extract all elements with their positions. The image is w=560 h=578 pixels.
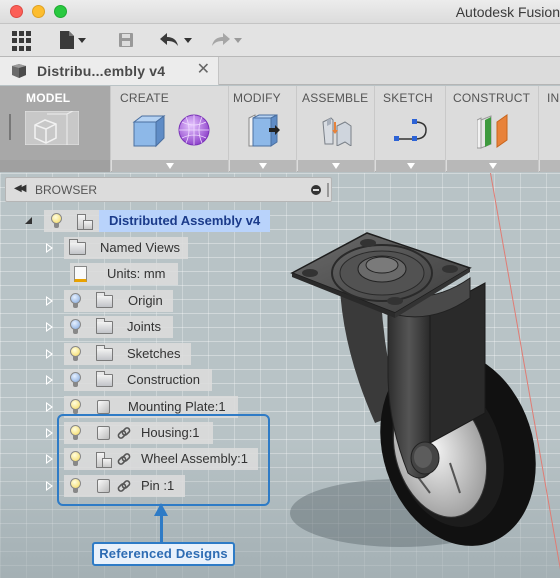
visibility-bulb-icon[interactable] — [70, 346, 81, 362]
ribbon-toolbar: MODEL CREATE MODIFY ASSEMBLE SKETCH CONS… — [0, 86, 560, 172]
model-workspace-icon — [25, 111, 79, 145]
root-component-label: Distributed Assembly v4 — [99, 210, 271, 232]
browser-panel-header[interactable]: ◀◀ BROWSER — [5, 177, 332, 202]
document-settings-icon — [74, 266, 87, 282]
visibility-bulb-icon[interactable] — [70, 372, 81, 388]
document-tab-bar: Distribu...embly v4 ✕ — [0, 57, 560, 85]
browser-title: BROWSER — [35, 183, 98, 197]
chevron-down-icon[interactable] — [166, 163, 174, 169]
component-icon — [97, 400, 110, 414]
document-tab-label: Distribu...embly v4 — [37, 63, 166, 79]
ribbon-group-label: CONSTRUCT — [453, 91, 531, 105]
tree-item-named-views[interactable]: Named Views — [0, 237, 190, 259]
tree-item-label: Construction — [127, 372, 200, 387]
expand-triangle-icon[interactable] — [46, 296, 53, 306]
redo-history-chevron-icon[interactable] — [234, 37, 242, 43]
chevron-down-icon[interactable] — [259, 163, 267, 169]
save-icon — [119, 33, 133, 47]
plane-icon[interactable] — [477, 114, 509, 150]
tree-item-label: Sketches — [127, 346, 181, 361]
tree-item-origin[interactable]: Origin — [0, 290, 175, 312]
minimize-window-button[interactable] — [32, 5, 45, 18]
referenced-designs-highlight — [57, 414, 270, 506]
expand-triangle-icon[interactable] — [46, 454, 53, 464]
file-icon — [60, 31, 74, 49]
ribbon-group-label: ASSEMBLE — [302, 91, 369, 105]
close-window-button[interactable] — [10, 5, 23, 18]
document-tab[interactable]: Distribu...embly v4 ✕ — [0, 57, 219, 85]
redo-icon — [212, 33, 230, 46]
ribbon-group-sketch[interactable]: SKETCH — [376, 86, 446, 172]
drag-handle-icon[interactable] — [9, 114, 11, 140]
ribbon-group-assemble[interactable]: ASSEMBLE — [298, 86, 375, 172]
referenced-designs-label: Referenced Designs — [92, 542, 235, 566]
quick-access-toolbar — [0, 24, 560, 57]
zoom-window-button[interactable] — [54, 5, 67, 18]
expand-triangle-icon[interactable] — [46, 243, 53, 253]
assembly-icon — [77, 214, 93, 230]
close-tab-icon[interactable]: ✕ — [197, 62, 210, 78]
expand-triangle-icon[interactable] — [46, 428, 53, 438]
ribbon-group-inspect[interactable]: IN — [540, 86, 560, 172]
grid-icon[interactable] — [12, 31, 32, 51]
undo-history-chevron-icon[interactable] — [184, 37, 192, 43]
resize-handle-icon[interactable] — [327, 183, 329, 197]
sphere-icon[interactable] — [178, 114, 210, 146]
ribbon-group-label: CREATE — [120, 91, 169, 105]
visibility-bulb-icon[interactable] — [51, 213, 62, 229]
undo-icon — [160, 33, 178, 46]
collapse-triangle-icon[interactable] — [25, 217, 32, 224]
folder-icon — [96, 292, 113, 308]
redo-button[interactable] — [210, 30, 242, 50]
tree-item-units[interactable]: Units: mm — [0, 263, 180, 285]
undo-button[interactable] — [160, 30, 192, 50]
ribbon-group-label: SKETCH — [383, 91, 433, 105]
joint-icon[interactable] — [321, 116, 353, 146]
tree-item-label: Origin — [128, 293, 163, 308]
expand-triangle-icon[interactable] — [46, 481, 53, 491]
component-box-icon — [12, 64, 26, 78]
folder-icon — [96, 345, 113, 361]
callout-arrow-line — [160, 514, 163, 542]
tree-item-construction[interactable]: Construction — [0, 369, 214, 391]
visibility-bulb-icon[interactable] — [70, 319, 81, 335]
file-menu-button[interactable] — [60, 30, 86, 50]
collapse-browser-icon[interactable]: ◀◀ — [14, 183, 27, 194]
folder-icon — [69, 239, 86, 255]
caster-model[interactable] — [280, 173, 560, 578]
sketch-curve-icon[interactable] — [394, 119, 428, 143]
expand-triangle-icon[interactable] — [46, 402, 53, 412]
tree-item-joints[interactable]: Joints — [0, 316, 175, 338]
workspace-label: MODEL — [26, 91, 71, 105]
chevron-down-icon[interactable] — [332, 163, 340, 169]
tree-item-sketches[interactable]: Sketches — [0, 343, 192, 365]
tree-root-node[interactable]: Distributed Assembly v4 — [0, 210, 275, 232]
box-icon[interactable] — [132, 114, 166, 148]
app-title: Autodesk Fusion — [455, 4, 560, 20]
ribbon-group-label: IN — [547, 91, 560, 105]
ribbon-group-modify[interactable]: MODIFY — [230, 86, 297, 172]
tree-item-label: Joints — [127, 319, 161, 334]
ribbon-group-create[interactable]: CREATE — [112, 86, 229, 172]
tree-item-label: Units: mm — [107, 266, 166, 281]
ribbon-group-label: MODIFY — [233, 91, 281, 105]
expand-triangle-icon[interactable] — [46, 322, 53, 332]
workspace-switcher[interactable]: MODEL — [0, 86, 111, 172]
chevron-down-icon[interactable] — [488, 163, 497, 169]
visibility-bulb-icon[interactable] — [70, 399, 81, 415]
visibility-bulb-icon[interactable] — [70, 293, 81, 309]
expand-triangle-icon[interactable] — [46, 349, 53, 359]
save-button[interactable] — [119, 30, 133, 50]
chevron-down-icon[interactable] — [406, 163, 415, 169]
expand-triangle-icon[interactable] — [46, 375, 53, 385]
folder-icon — [96, 318, 113, 334]
ribbon-group-construct[interactable]: CONSTRUCT — [447, 86, 539, 172]
chevron-down-icon — [78, 37, 86, 43]
title-bar: Autodesk Fusion — [0, 0, 560, 24]
tree-item-label: Named Views — [100, 240, 180, 255]
tree-item-label: Mounting Plate:1 — [128, 399, 226, 414]
minimize-panel-icon[interactable] — [311, 185, 321, 195]
folder-icon — [96, 371, 113, 387]
press-pull-icon[interactable] — [247, 114, 281, 148]
